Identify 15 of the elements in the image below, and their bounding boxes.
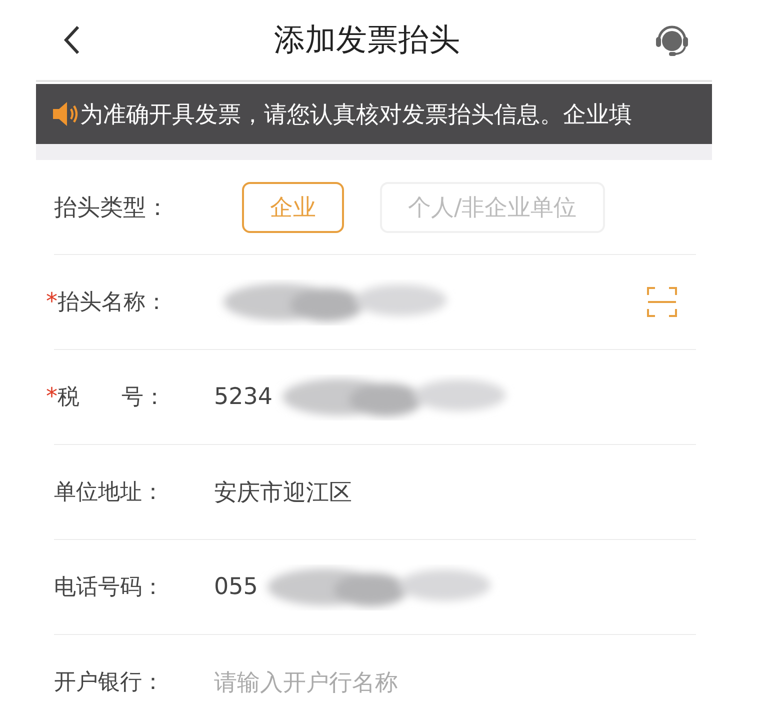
field-label: 开户银行： [54, 669, 164, 697]
notice-text: 为准确开具发票，请您认真核对发票抬头信息。企业填 [80, 100, 632, 130]
input-field[interactable]: 055 [214, 574, 258, 600]
speaker-icon [50, 99, 80, 129]
required-mark: * [46, 289, 58, 315]
field-label: 单位地址： [54, 479, 164, 507]
page-title: 添加发票抬头 [274, 21, 460, 60]
field-label: 电话号码： [54, 574, 164, 602]
field-label: 抬头名称： [58, 289, 168, 317]
input-field[interactable]: 5234 [214, 384, 273, 410]
input-field[interactable]: 安庆市迎江区 [214, 476, 352, 508]
field-label: 税 号： [58, 384, 166, 412]
field-label: 抬头类型： [54, 194, 170, 222]
required-mark: * [46, 384, 58, 410]
back-icon[interactable] [62, 24, 82, 56]
